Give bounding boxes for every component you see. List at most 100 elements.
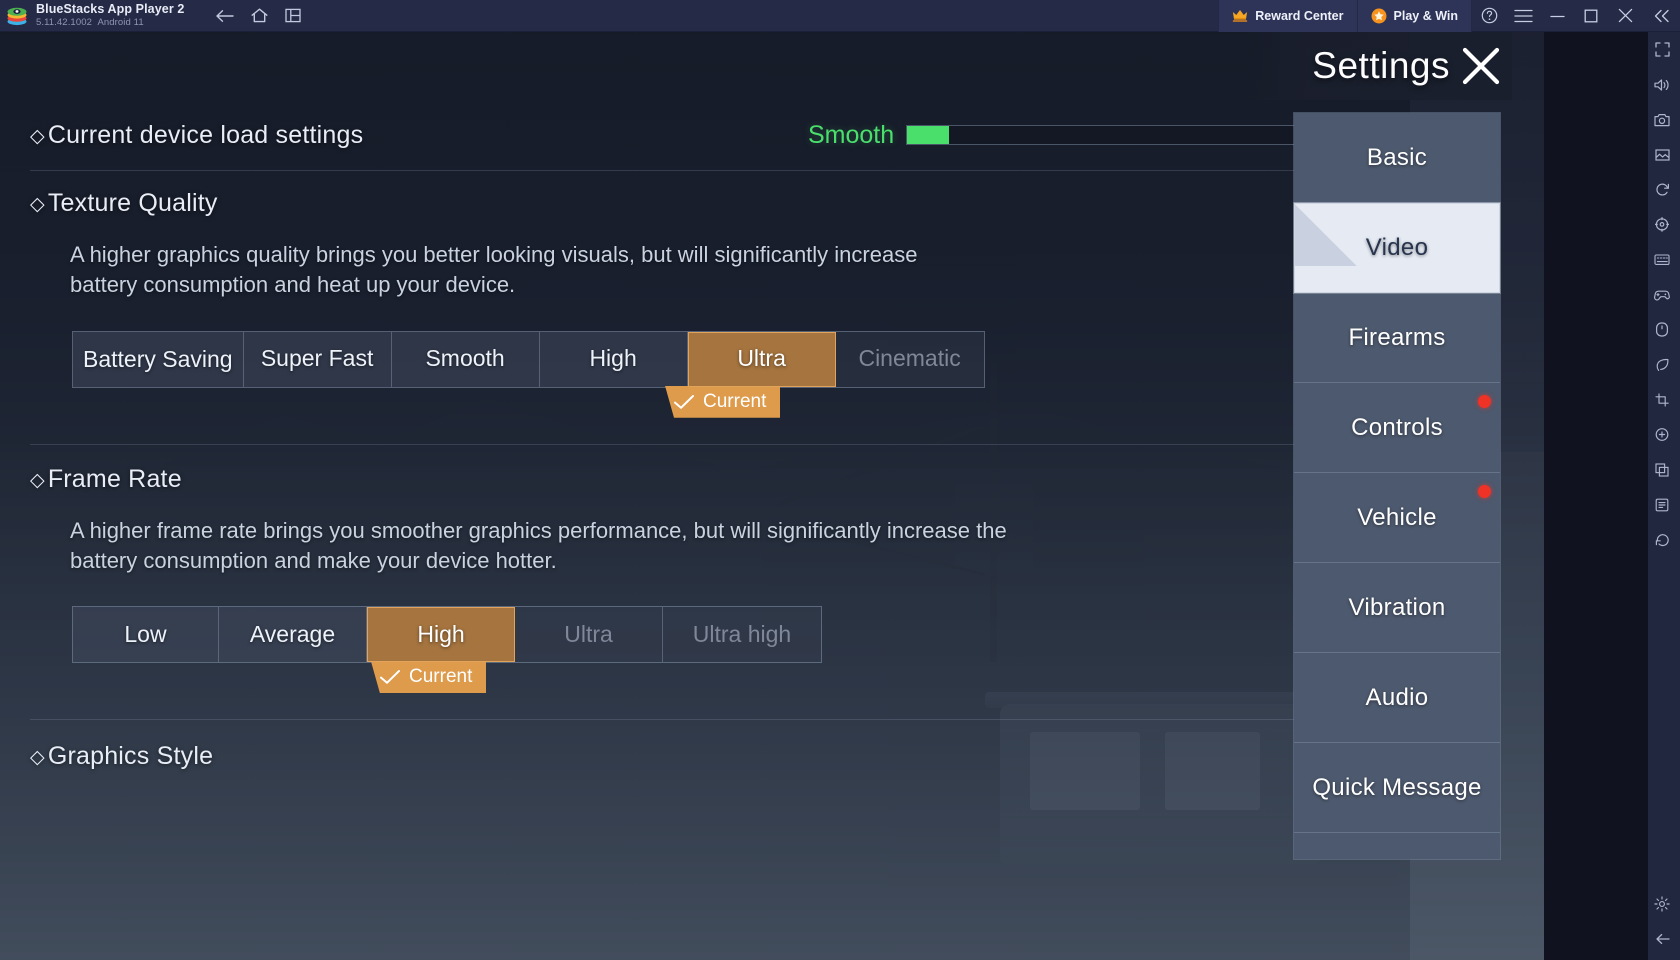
version-number: 5.11.42.1002: [36, 16, 92, 28]
refresh-icon[interactable]: [1644, 522, 1680, 557]
keyboard-mapping-icon[interactable]: [1644, 242, 1680, 277]
texture-option-ultra[interactable]: Ultra: [687, 331, 836, 387]
device-load-row: ◇ Current device load settings Smooth: [0, 114, 1418, 156]
diamond-bullet-icon: ◇: [30, 194, 45, 215]
notification-dot-icon: [1478, 395, 1491, 408]
device-load-bar-fill: [907, 126, 950, 144]
frame-rate-option-label: Ultra high: [692, 621, 792, 648]
tab-video[interactable]: Video: [1294, 203, 1500, 293]
tab-label: Basic: [1366, 143, 1428, 171]
screenshot-icon[interactable]: [1644, 102, 1680, 137]
reward-center-label: Reward Center: [1255, 8, 1344, 23]
play-and-win-button[interactable]: Play & Win: [1357, 0, 1472, 32]
tab-audio[interactable]: Audio: [1294, 653, 1500, 743]
help-icon[interactable]: [1472, 0, 1506, 32]
texture-quality-description: A higher graphics quality brings you bet…: [70, 242, 918, 298]
tab-vehicle[interactable]: Vehicle: [1294, 473, 1500, 563]
texture-option-label: Ultra: [737, 345, 786, 372]
bluestacks-window: BlueStacks App Player 2 5.11.42.1002 And…: [0, 0, 1680, 960]
title-bar: BlueStacks App Player 2 5.11.42.1002 And…: [0, 0, 1680, 32]
trim-icon[interactable]: [1644, 382, 1680, 417]
settings-close-icon[interactable]: [1450, 35, 1512, 97]
home-icon[interactable]: [244, 3, 274, 29]
back-icon[interactable]: [210, 3, 240, 29]
frame-rate-option-low[interactable]: Low: [73, 607, 219, 663]
hamburger-menu-icon[interactable]: [1506, 0, 1540, 32]
diamond-bullet-icon: ◇: [30, 747, 45, 769]
frame-rate-section: ◇ Frame Rate A higher frame rate brings …: [0, 445, 1418, 694]
gamepad-icon[interactable]: [1644, 277, 1680, 312]
notification-dot-icon: [1478, 485, 1491, 498]
texture-current-badge: Current: [665, 385, 781, 418]
volume-icon[interactable]: [1644, 67, 1680, 102]
frame-rate-current-badge: Current: [371, 661, 487, 694]
app-title: BlueStacks App Player 2: [36, 2, 185, 17]
multi-instance-sync-icon[interactable]: [1644, 452, 1680, 487]
tab-label: Firearms: [1348, 323, 1446, 351]
texture-option-label: Cinematic: [858, 345, 961, 372]
tab-firearms[interactable]: Firearms: [1294, 293, 1500, 383]
side-toolbar-bottom-icons: [1644, 886, 1680, 956]
texture-option-label: Super Fast: [260, 345, 374, 372]
script-icon[interactable]: [1644, 487, 1680, 522]
location-icon[interactable]: [1644, 207, 1680, 242]
star-badge-icon: [1371, 8, 1387, 24]
device-load-heading-label: Current device load settings: [47, 120, 364, 149]
texture-option-super-fast[interactable]: Super Fast: [243, 331, 392, 387]
frame-rate-option-high[interactable]: High: [367, 607, 515, 663]
settings-gear-icon[interactable]: [1644, 886, 1680, 921]
texture-quality-heading-label: Texture Quality: [47, 189, 218, 217]
play-and-win-label: Play & Win: [1393, 8, 1458, 23]
settings-title: Settings: [1312, 45, 1450, 86]
device-load-status: Smooth: [808, 120, 895, 149]
settings-tab-rail: Basic Video Firearms Controls Vehicle Vi…: [1293, 112, 1501, 860]
texture-quality-heading: ◇ Texture Quality: [30, 189, 1378, 218]
frame-rate-option-average[interactable]: Average: [219, 607, 367, 663]
multi-instance-icon[interactable]: [278, 3, 308, 29]
shake-icon[interactable]: [1644, 417, 1680, 452]
texture-option-battery-saving[interactable]: Battery Saving: [73, 331, 244, 387]
texture-current-label: Current: [703, 390, 767, 412]
settings-content-panel: ◇ Current device load settings Smooth ◇ …: [0, 64, 1418, 960]
tab-label: Vehicle: [1357, 503, 1437, 531]
texture-option-label: High: [589, 345, 637, 372]
frame-rate-option-ultra-high: Ultra high: [663, 607, 821, 663]
titlebar-right-group: Reward Center Play & Win: [1218, 0, 1680, 32]
texture-option-label: Smooth: [425, 345, 505, 372]
android-version: Android 11: [97, 16, 144, 28]
tab-vibration[interactable]: Vibration: [1294, 563, 1500, 653]
bluestacks-side-toolbar: [1648, 32, 1680, 960]
app-version: 5.11.42.1002 Android 11: [36, 16, 184, 28]
gallery-icon[interactable]: [1644, 137, 1680, 172]
texture-option-smooth[interactable]: Smooth: [391, 331, 540, 387]
maximize-button[interactable]: [1574, 0, 1608, 32]
texture-quality-option-group: Battery Saving Super Fast Smooth High Ul: [72, 330, 985, 388]
tab-controls[interactable]: Controls: [1294, 383, 1500, 473]
texture-option-high[interactable]: High: [539, 331, 688, 387]
rotate-icon[interactable]: [1644, 172, 1680, 207]
diamond-bullet-icon: ◇: [30, 469, 45, 491]
graphics-style-section: ◇ Graphics Style: [0, 720, 1418, 771]
fullscreen-icon[interactable]: [1644, 32, 1680, 67]
back-arrow-icon[interactable]: [1644, 921, 1680, 956]
frame-rate-current-label: Current: [409, 666, 473, 688]
tab-quick-message[interactable]: Quick Message: [1294, 743, 1500, 833]
minimize-button[interactable]: [1540, 0, 1574, 32]
tab-label: Video: [1365, 234, 1429, 261]
frame-rate-option-label: Low: [124, 621, 167, 648]
macro-icon[interactable]: [1644, 312, 1680, 347]
tab-basic[interactable]: Basic: [1294, 113, 1500, 203]
settings-header: Settings: [1248, 32, 1512, 100]
bluestacks-logo-icon: [0, 0, 34, 32]
eco-mode-icon[interactable]: [1644, 347, 1680, 382]
tab-rail-filler: [1294, 833, 1500, 859]
frame-rate-option-label: Average: [249, 621, 336, 648]
frame-rate-option-label: High: [417, 621, 465, 648]
side-toolbar-icons: [1644, 32, 1680, 960]
diamond-bullet-icon: ◇: [30, 125, 45, 147]
collapse-sidebar-button[interactable]: [1642, 0, 1680, 32]
reward-center-button[interactable]: Reward Center: [1218, 0, 1358, 32]
close-button[interactable]: [1608, 0, 1642, 32]
tab-label: Quick Message: [1312, 773, 1482, 801]
frame-rate-description: A higher frame rate brings you smoother …: [70, 517, 1007, 574]
